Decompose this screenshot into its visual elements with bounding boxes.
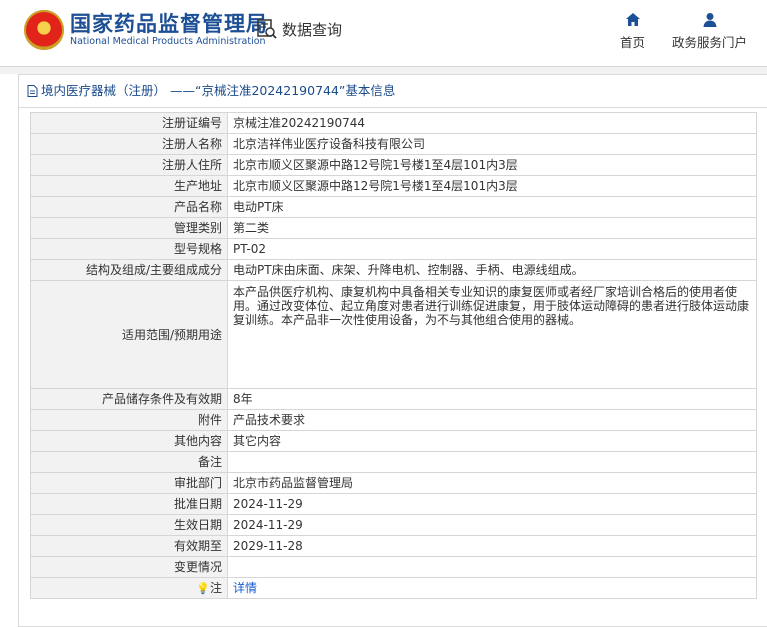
- document-icon: [27, 85, 38, 97]
- table-row: 产品名称 电动PT床: [30, 196, 757, 218]
- header-divider-band: [0, 67, 767, 74]
- row-label: 结构及组成/主要组成成分: [30, 259, 228, 281]
- details-link[interactable]: 详情: [233, 581, 257, 595]
- table-row: 批准日期 2024-11-29: [30, 493, 757, 515]
- row-label: 批准日期: [30, 493, 228, 515]
- table-row: 产品储存条件及有效期 8年: [30, 388, 757, 410]
- row-label: 备注: [30, 451, 228, 473]
- data-query-label: 数据查询: [282, 20, 343, 39]
- table-row-note: 💡注 详情: [30, 577, 757, 599]
- note-label: 注: [209, 580, 222, 595]
- note-value-cell: 详情: [227, 577, 757, 599]
- row-value: 8年: [227, 388, 757, 410]
- home-icon: [625, 13, 640, 26]
- row-value: 2024-11-29: [227, 493, 757, 515]
- table-row: 审批部门 北京市药品监督管理局: [30, 472, 757, 494]
- note-label-cell: 💡注: [30, 577, 228, 599]
- logo-title-en: National Medical Products Administration: [70, 36, 266, 47]
- row-value: 京械注准20242190744: [227, 112, 757, 134]
- table-row: 注册人名称 北京洁祥伟业医疗设备科技有限公司: [30, 133, 757, 155]
- row-label: 注册证编号: [30, 112, 228, 134]
- row-value: 北京市顺义区聚源中路12号院1号楼1至4层101内3层: [227, 154, 757, 176]
- table-row: 适用范围/预期用途 本产品供医疗机构、康复机构中具备相关专业知识的康复医师或者经厂…: [30, 280, 757, 389]
- nav-service-portal[interactable]: 政务服务门户: [672, 12, 747, 51]
- table-row: 生效日期 2024-11-29: [30, 514, 757, 536]
- row-label: 管理类别: [30, 217, 228, 239]
- registration-info-table: 注册证编号 京械注准20242190744 注册人名称 北京洁祥伟业医疗设备科技有限…: [30, 112, 757, 599]
- row-label: 注册人名称: [30, 133, 228, 155]
- row-value: 电动PT床: [227, 196, 757, 218]
- row-value: [227, 556, 757, 578]
- row-label: 产品储存条件及有效期: [30, 388, 228, 410]
- row-value: 2029-11-28: [227, 535, 757, 557]
- data-query-link[interactable]: 数据查询: [256, 18, 342, 40]
- row-label: 生效日期: [30, 514, 228, 536]
- row-label: 其他内容: [30, 430, 228, 452]
- row-label: 审批部门: [30, 472, 228, 494]
- person-icon: [703, 13, 716, 27]
- logo-text: 国家药品监督管理局 National Medical Products Admi…: [70, 12, 268, 48]
- table-row: 注册证编号 京械注准20242190744: [30, 112, 757, 134]
- row-value: 产品技术要求: [227, 409, 757, 431]
- table-row: 有效期至 2029-11-28: [30, 535, 757, 557]
- site-header: 国家药品监督管理局 National Medical Products Admi…: [0, 0, 767, 67]
- logo-title-cn: 国家药品监督管理局: [70, 12, 268, 36]
- table-row: 生产地址 北京市顺义区聚源中路12号院1号楼1至4层101内3层: [30, 175, 757, 197]
- site-logo[interactable]: 国家药品监督管理局 National Medical Products Admi…: [24, 10, 268, 50]
- detail-panel: 境内医疗器械（注册） ——“京械注准20242190744”基本信息 注册证编号…: [18, 74, 767, 627]
- row-label: 产品名称: [30, 196, 228, 218]
- national-emblem-icon: [24, 10, 64, 50]
- row-value: 电动PT床由床面、床架、升降电机、控制器、手柄、电源线组成。: [227, 259, 757, 281]
- table-row: 型号规格 PT-02: [30, 238, 757, 260]
- table-row: 管理类别 第二类: [30, 217, 757, 239]
- row-label: 适用范围/预期用途: [30, 280, 228, 389]
- table-row: 备注: [30, 451, 757, 473]
- row-label: 生产地址: [30, 175, 228, 197]
- row-label: 注册人住所: [30, 154, 228, 176]
- row-label: 型号规格: [30, 238, 228, 260]
- nav-home[interactable]: 首页: [620, 12, 645, 51]
- row-value: 北京市药品监督管理局: [227, 472, 757, 494]
- row-value: [227, 451, 757, 473]
- table-row: 变更情况: [30, 556, 757, 578]
- row-value: 北京市顺义区聚源中路12号院1号楼1至4层101内3层: [227, 175, 757, 197]
- table-row: 注册人住所 北京市顺义区聚源中路12号院1号楼1至4层101内3层: [30, 154, 757, 176]
- bulb-icon: 💡: [196, 581, 210, 595]
- data-query-icon: [257, 19, 277, 39]
- table-row: 附件 产品技术要求: [30, 409, 757, 431]
- row-label: 有效期至: [30, 535, 228, 557]
- breadcrumb-text: 境内医疗器械（注册） ——“京械注准20242190744”基本信息: [41, 83, 396, 98]
- row-value: 本产品供医疗机构、康复机构中具备相关专业知识的康复医师或者经厂家培训合格后的使用…: [227, 280, 757, 389]
- row-label: 附件: [30, 409, 228, 431]
- row-value: 2024-11-29: [227, 514, 757, 536]
- row-value: 其它内容: [227, 430, 757, 452]
- row-value: PT-02: [227, 238, 757, 260]
- breadcrumb: 境内医疗器械（注册） ——“京械注准20242190744”基本信息: [19, 75, 767, 108]
- row-label: 变更情况: [30, 556, 228, 578]
- row-value: 北京洁祥伟业医疗设备科技有限公司: [227, 133, 757, 155]
- nav-portal-label: 政务服务门户: [672, 35, 748, 50]
- table-row: 其他内容 其它内容: [30, 430, 757, 452]
- table-row: 结构及组成/主要组成成分 电动PT床由床面、床架、升降电机、控制器、手柄、电源线组…: [30, 259, 757, 281]
- nav-home-label: 首页: [620, 35, 646, 50]
- row-value: 第二类: [227, 217, 757, 239]
